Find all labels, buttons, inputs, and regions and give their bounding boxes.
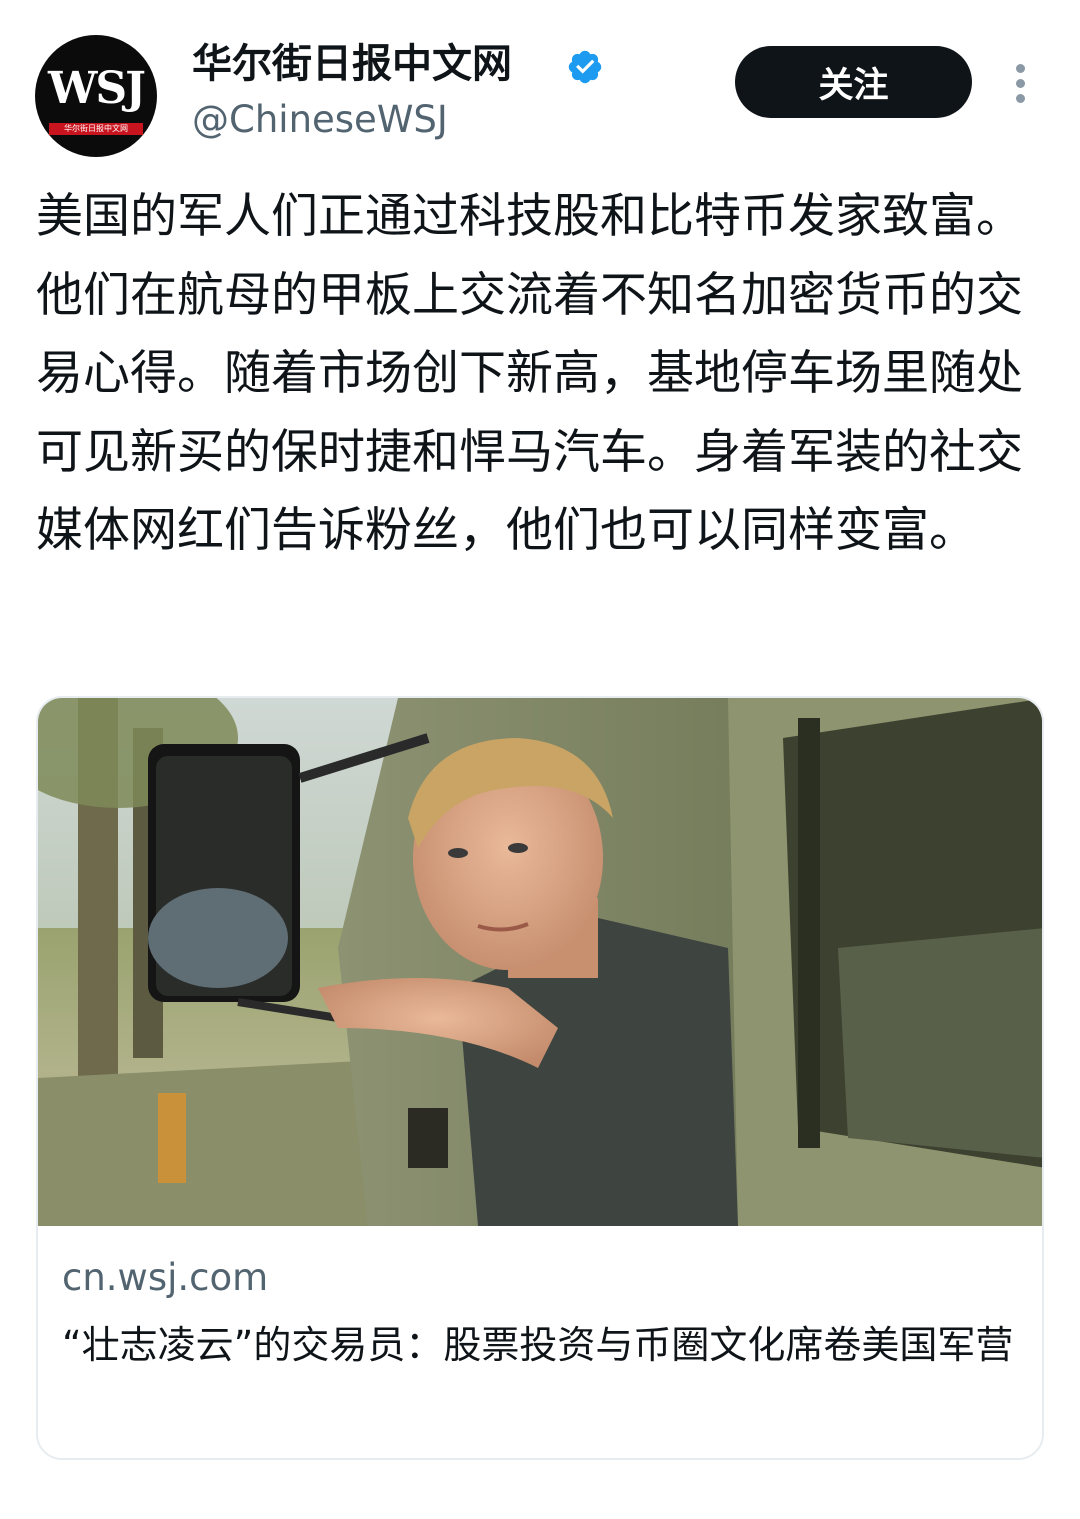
more-dot (1016, 94, 1025, 103)
tweet-header: WSJ 华尔街日报中文网 华尔街日报中文网 @ChineseWSJ 关注 (0, 0, 1080, 170)
more-dot (1016, 64, 1025, 73)
link-card[interactable]: cn.wsj.com “壮志凌云”的交易员：股票投资与币圈文化席卷美国军营 (36, 696, 1044, 1460)
avatar-logo-text: WSJ (47, 63, 146, 114)
more-options-icon[interactable] (1004, 60, 1038, 106)
avatar-logo-band: 华尔街日报中文网 (49, 123, 143, 135)
tweet-text: 美国的军人们正通过科技股和比特币发家致富。他们在航母的甲板上交流着不知名加密货币… (36, 189, 1023, 558)
display-name[interactable]: 华尔街日报中文网 (192, 38, 512, 90)
avatar[interactable]: WSJ 华尔街日报中文网 (35, 35, 157, 157)
soldier-in-vehicle-photo (38, 698, 1042, 1226)
link-card-image (38, 698, 1042, 1226)
link-card-domain: cn.wsj.com (62, 1256, 269, 1299)
follow-button[interactable]: 关注 (735, 46, 972, 118)
account-handle[interactable]: @ChineseWSJ (192, 96, 448, 144)
more-dot (1016, 79, 1025, 88)
verified-badge-icon (568, 50, 602, 84)
link-card-title: “壮志凌云”的交易员：股票投资与币圈文化席卷美国军营 (62, 1323, 1014, 1367)
